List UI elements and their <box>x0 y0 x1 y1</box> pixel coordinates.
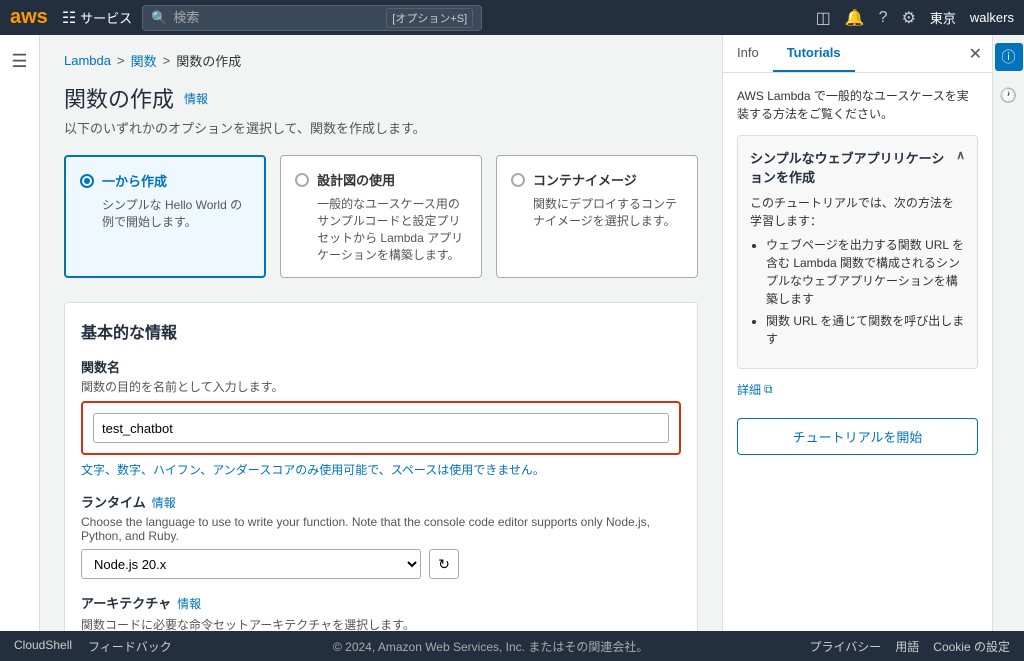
breadcrumb: Lambda > 関数 > 関数の作成 <box>64 51 698 70</box>
panel-tutorial-card: シンプルなウェブアプリリケーションを作成 ∧ このチュートリアルでは、次の方法を… <box>737 135 978 369</box>
search-shortcut: [オプション+S] <box>386 8 473 28</box>
option-blueprint-desc: 一般的なユースケース用のサンプルコードと設定プリセットから Lambda アプリ… <box>295 195 467 263</box>
cookie-link[interactable]: Cookie の設定 <box>933 638 1010 655</box>
panel-detail-link[interactable]: 詳細 ⧉ <box>737 381 773 398</box>
panel-card-title: シンプルなウェブアプリリケーションを作成 ∧ <box>750 148 965 186</box>
cloud-shell-link[interactable]: CloudShell <box>14 638 72 655</box>
strip-clock-icon[interactable]: 🕐 <box>995 81 1023 109</box>
breadcrumb-sep1: > <box>117 53 125 68</box>
function-name-input[interactable] <box>93 413 669 443</box>
external-link-icon: ⧉ <box>764 382 773 397</box>
runtime-select-wrapper: Node.js 20.x ↻ <box>81 549 681 579</box>
terms-link[interactable]: 用語 <box>895 638 919 655</box>
terminal-icon[interactable]: ◫ <box>816 8 831 28</box>
user-menu[interactable]: walkers <box>970 10 1014 25</box>
function-name-hint: 文字、数字、ハイフン、アンダースコアのみ使用可能で、スペースは使用できません。 <box>81 461 681 478</box>
breadcrumb-sep2: > <box>163 53 171 68</box>
breadcrumb-functions[interactable]: 関数 <box>131 51 157 70</box>
breadcrumb-lambda[interactable]: Lambda <box>64 53 111 68</box>
architecture-label: アーキテクチャ <box>81 593 171 612</box>
page-info-link[interactable]: 情報 <box>184 90 208 107</box>
option-cards: 一から作成 シンプルな Hello World の例で開始します。 設計図の使用… <box>64 155 698 278</box>
basic-info-section: 基本的な情報 関数名 関数の目的を名前として入力します。 文字、数字、ハイフン、… <box>64 302 698 631</box>
main-layout: ☰ Lambda > 関数 > 関数の作成 関数の作成 情報 以下のいずれかのオ… <box>0 35 1024 631</box>
bottom-bar: CloudShell フィードバック © 2024, Amazon Web Se… <box>0 631 1024 661</box>
content-area: Lambda > 関数 > 関数の作成 関数の作成 情報 以下のいずれかのオプシ… <box>40 35 1024 631</box>
search-icon: 🔍 <box>151 10 167 26</box>
nav-icons: ◫ 🔔 ? ⚙ 東京 walkers <box>816 8 1014 28</box>
radio-blueprint <box>295 173 309 187</box>
architecture-info-link[interactable]: 情報 <box>177 595 201 612</box>
option-container-desc: 関数にデプロイするコンテナイメージを選択します。 <box>511 195 683 229</box>
panel-card-body: このチュートリアルでは、次の方法を学習します： ウェブページを出力する関数 UR… <box>750 194 965 348</box>
right-icon-strip: ⓘ 🕐 <box>992 35 1024 631</box>
panel-bullet-0: ウェブページを出力する関数 URL を含む Lambda 関数で構成されるシンプ… <box>766 236 965 308</box>
help-icon[interactable]: ? <box>879 9 888 27</box>
radio-container <box>511 173 525 187</box>
runtime-field: ランタイム 情報 Choose the language to use to w… <box>81 492 681 579</box>
bell-icon[interactable]: 🔔 <box>845 8 865 28</box>
bottom-bar-right: プライバシー 用語 Cookie の設定 <box>810 638 1010 655</box>
search-input[interactable] <box>173 10 380 25</box>
option-card-from-scratch[interactable]: 一から作成 シンプルな Hello World の例で開始します。 <box>64 155 266 278</box>
right-panel-tabs: Info Tutorials ✕ <box>723 35 992 73</box>
option-container-title: コンテナイメージ <box>533 170 637 189</box>
option-card-blueprint[interactable]: 設計図の使用 一般的なユースケース用のサンプルコードと設定プリセットから Lam… <box>280 155 482 278</box>
runtime-refresh-button[interactable]: ↻ <box>429 549 459 579</box>
aws-logo: aws <box>10 6 48 29</box>
top-nav: aws ☷ サービス 🔍 [オプション+S] ◫ 🔔 ? ⚙ 東京 walker… <box>0 0 1024 35</box>
right-panel: Info Tutorials ✕ AWS Lambda で一般的なユースケースを… <box>722 35 992 631</box>
panel-bullet-1: 関数 URL を通じて関数を呼び出します <box>766 312 965 348</box>
main-content: Lambda > 関数 > 関数の作成 関数の作成 情報 以下のいずれかのオプシ… <box>40 35 722 631</box>
runtime-info-link[interactable]: 情報 <box>152 494 176 511</box>
function-name-box <box>81 401 681 455</box>
architecture-field: アーキテクチャ 情報 関数コードに必要な命令セットアーキテクチャを選択します。 … <box>81 593 681 631</box>
settings-icon[interactable]: ⚙ <box>902 8 916 28</box>
runtime-select[interactable]: Node.js 20.x <box>81 549 421 579</box>
bottom-bar-left: CloudShell フィードバック <box>14 638 172 655</box>
panel-close-button[interactable]: ✕ <box>969 44 982 64</box>
architecture-sublabel: 関数コードに必要な命令セットアーキテクチャを選択します。 <box>81 616 681 631</box>
runtime-label: ランタイム <box>81 492 146 511</box>
bottom-bar-copyright: © 2024, Amazon Web Services, Inc. またはその関… <box>192 638 790 655</box>
page-title: 関数の作成 <box>64 82 174 114</box>
tab-tutorials[interactable]: Tutorials <box>773 35 855 72</box>
tab-info[interactable]: Info <box>723 35 773 72</box>
option-card-container[interactable]: コンテナイメージ 関数にデプロイするコンテナイメージを選択します。 <box>496 155 698 278</box>
section-title: 基本的な情報 <box>81 319 681 343</box>
tutorial-start-button[interactable]: チュートリアルを開始 <box>737 418 978 455</box>
region-selector[interactable]: 東京 <box>930 8 956 27</box>
sidebar: ☰ <box>0 35 40 631</box>
page-title-row: 関数の作成 情報 <box>64 82 698 114</box>
function-name-sublabel: 関数の目的を名前として入力します。 <box>81 378 681 395</box>
panel-card-bullets: ウェブページを出力する関数 URL を含む Lambda 関数で構成されるシンプ… <box>750 236 965 348</box>
option-from-scratch-desc: シンプルな Hello World の例で開始します。 <box>80 196 250 230</box>
runtime-desc: Choose the language to use to write your… <box>81 515 681 543</box>
panel-content: AWS Lambda で一般的なユースケースを実装する方法をご覧ください。 シン… <box>723 73 992 631</box>
function-name-field: 関数名 関数の目的を名前として入力します。 文字、数字、ハイフン、アンダースコア… <box>81 357 681 478</box>
option-blueprint-title: 設計図の使用 <box>317 170 395 189</box>
radio-from-scratch <box>80 174 94 188</box>
feedback-link[interactable]: フィードバック <box>88 638 172 655</box>
breadcrumb-current: 関数の作成 <box>176 51 241 70</box>
privacy-link[interactable]: プライバシー <box>810 638 882 655</box>
panel-card-chevron[interactable]: ∧ <box>956 148 965 162</box>
sidebar-menu-icon[interactable]: ☰ <box>2 43 38 79</box>
search-bar[interactable]: 🔍 [オプション+S] <box>142 5 482 31</box>
page-subtitle: 以下のいずれかのオプションを選択して、関数を作成します。 <box>64 118 698 137</box>
function-name-label: 関数名 <box>81 357 681 376</box>
option-from-scratch-title: 一から作成 <box>102 171 167 190</box>
services-menu[interactable]: ☷ サービス <box>62 8 132 28</box>
strip-info-icon[interactable]: ⓘ <box>995 43 1023 71</box>
panel-intro: AWS Lambda で一般的なユースケースを実装する方法をご覧ください。 <box>737 87 978 123</box>
